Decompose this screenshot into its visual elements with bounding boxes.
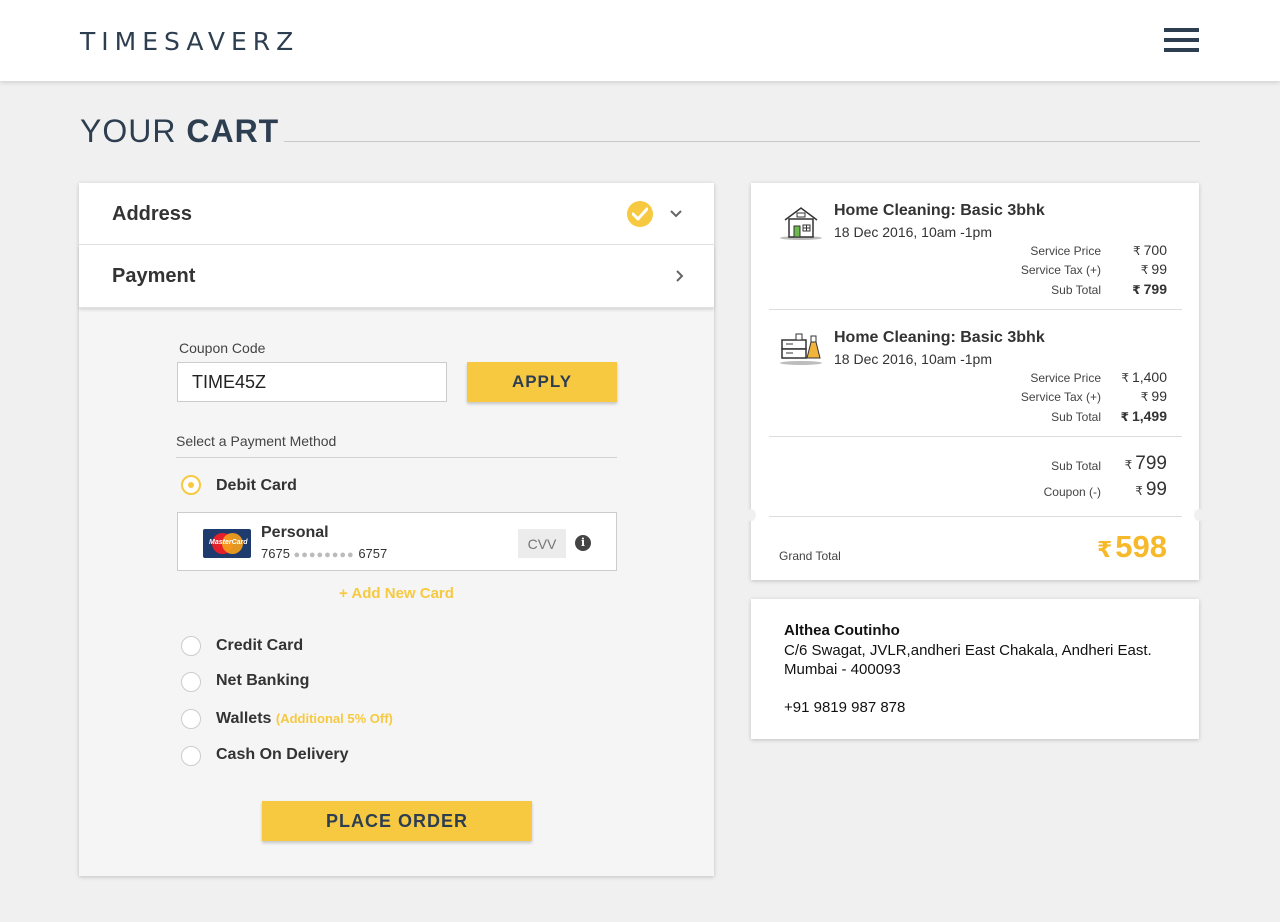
add-new-card-link[interactable]: + Add New Card (79, 585, 714, 602)
chevron-right-icon[interactable] (675, 269, 685, 283)
accordion-payment-label: Payment (112, 265, 196, 287)
coupon-discount-value: ₹99 (1135, 479, 1167, 500)
item-1-subtotal-label: Sub Total (1051, 283, 1101, 297)
radio-wallets[interactable] (181, 709, 201, 729)
wallets-label[interactable]: Wallets (Additional 5% Off) (216, 710, 393, 728)
grand-total-value: ₹598 (1096, 529, 1167, 564)
page-title: YOUR CART (80, 113, 279, 150)
place-order-button[interactable]: PLACE ORDER (262, 801, 532, 841)
brand-logo[interactable]: TIMESAVERZ (80, 27, 299, 56)
card-number: 7675 ●●●●●●●● 6757 (261, 546, 387, 561)
item-1-service-tax-label: Service Tax (+) (1020, 263, 1101, 277)
debit-card-label[interactable]: Debit Card (216, 477, 297, 495)
grand-total-label: Grand Total (779, 549, 841, 563)
check-icon (627, 201, 653, 227)
card-number-end: 6757 (358, 546, 388, 561)
page-title-bold: CART (186, 113, 280, 149)
house-cleaning-icon (780, 207, 822, 240)
summary-divider (769, 309, 1182, 310)
summary-divider (769, 516, 1182, 517)
item-2-service-tax-label: Service Tax (+) (1020, 390, 1101, 404)
credit-card-label[interactable]: Credit Card (216, 637, 303, 655)
coupon-discount-label: Coupon (-) (1043, 485, 1101, 499)
checkout-panel: Address Payment Coupon Code APPLY Select… (79, 183, 714, 876)
item-2-subtotal-label: Sub Total (1051, 410, 1101, 424)
payment-method-label: Select a Payment Method (176, 433, 337, 449)
page-title-light: YOUR (80, 113, 177, 149)
accordion-payment[interactable]: Payment (79, 245, 714, 308)
summary-divider (769, 436, 1182, 437)
item-2-service-price-label: Service Price (1030, 371, 1101, 385)
item-2-service-price: ₹1,400 (1121, 369, 1167, 385)
cash-on-delivery-label[interactable]: Cash On Delivery (216, 746, 349, 764)
delivery-address-card: Althea Coutinho C/6 Swagat, JVLR,andheri… (751, 599, 1199, 739)
accordion-address[interactable]: Address (79, 183, 714, 245)
saved-card[interactable]: MasterCard Personal 7675 ●●●●●●●● 6757 i (177, 512, 617, 571)
apply-coupon-button[interactable]: APPLY (467, 362, 617, 402)
address-line: C/6 Swagat, JVLR,andheri East Chakala, A… (784, 642, 1152, 678)
wallets-text: Wallets (216, 710, 272, 727)
item-1-subtotal: ₹799 (1132, 281, 1167, 297)
subtotal-value: ₹799 (1124, 453, 1167, 474)
ticket-notch-right (1194, 509, 1204, 521)
title-divider (284, 141, 1200, 142)
net-banking-label[interactable]: Net Banking (216, 672, 309, 690)
radio-net-banking[interactable] (181, 672, 201, 692)
item-1-service-price-label: Service Price (1030, 244, 1101, 258)
coupon-input[interactable] (177, 362, 447, 402)
chevron-down-icon[interactable] (669, 209, 683, 219)
info-icon[interactable]: i (575, 535, 591, 551)
item-2-subtotal: ₹1,499 (1120, 408, 1167, 424)
card-nickname: Personal (261, 524, 329, 541)
mastercard-icon: MasterCard (203, 529, 251, 558)
card-number-start: 7675 (261, 546, 290, 561)
accordion-address-label: Address (112, 203, 193, 225)
ticket-notch-left (746, 509, 756, 521)
item-1-title: Home Cleaning: Basic 3bhk (834, 202, 1045, 219)
item-2-date: 18 Dec 2016, 10am -1pm (834, 351, 992, 367)
item-2-service-tax: ₹99 (1140, 388, 1167, 404)
radio-cash-on-delivery[interactable] (181, 746, 201, 766)
item-2-title: Home Cleaning: Basic 3bhk (834, 329, 1045, 346)
cvv-input[interactable] (518, 529, 566, 558)
subtotal-label: Sub Total (1051, 459, 1101, 473)
hamburger-menu-icon[interactable] (1164, 28, 1199, 54)
radio-debit-card[interactable] (181, 475, 201, 495)
item-1-service-tax: ₹99 (1140, 261, 1167, 277)
card-number-mask: ●●●●●●●● (293, 549, 355, 561)
appliance-cleaning-icon (780, 333, 822, 365)
add-new-card-label[interactable]: + Add New Card (339, 585, 454, 602)
address-name: Althea Coutinho (784, 622, 900, 639)
item-1-service-price: ₹700 (1133, 242, 1167, 258)
payment-method-divider (176, 457, 617, 458)
order-summary: Home Cleaning: Basic 3bhk 18 Dec 2016, 1… (746, 183, 1204, 580)
coupon-label: Coupon Code (179, 340, 266, 356)
item-1-date: 18 Dec 2016, 10am -1pm (834, 224, 992, 240)
radio-credit-card[interactable] (181, 636, 201, 656)
top-header: TIMESAVERZ (0, 0, 1280, 81)
wallets-promo: (Additional 5% Off) (275, 711, 393, 726)
address-phone: +91 9819 987 878 (784, 699, 906, 716)
